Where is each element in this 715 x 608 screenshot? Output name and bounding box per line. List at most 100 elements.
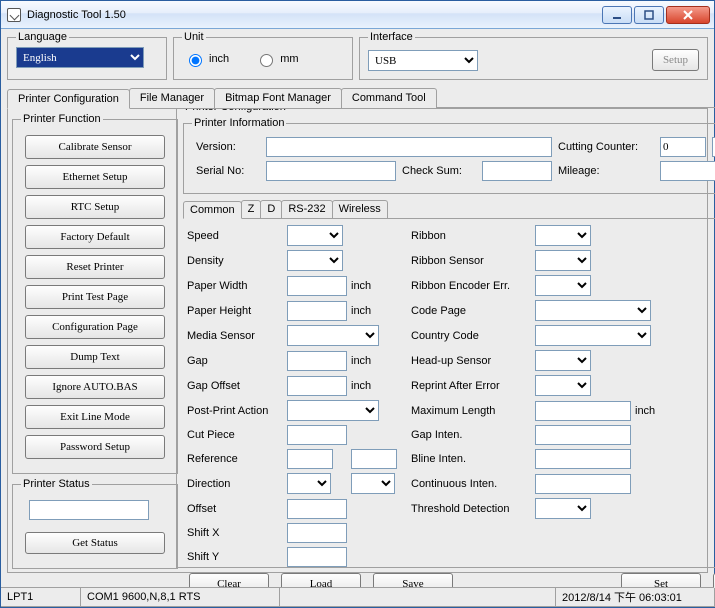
shift-x-field[interactable] [287, 523, 347, 543]
print-test-page-button[interactable]: Print Test Page [25, 285, 165, 309]
exit-line-mode-button[interactable]: Exit Line Mode [25, 405, 165, 429]
country-code-label: Country Code [411, 330, 531, 342]
interface-legend: Interface [368, 31, 415, 43]
get-status-button[interactable]: Get Status [25, 532, 165, 554]
language-group: Language English [7, 31, 167, 80]
reprint-label: Reprint After Error [411, 380, 531, 392]
max-len-field[interactable] [535, 401, 631, 421]
maximize-button[interactable] [634, 6, 664, 24]
direction-select-2[interactable] [351, 473, 395, 494]
gap-offset-field[interactable] [287, 376, 347, 396]
language-select[interactable]: English [16, 47, 144, 68]
reference-field-1[interactable] [287, 449, 333, 469]
cont-inten-label: Continuous Inten. [411, 478, 531, 490]
printer-status-group: Printer Status Get Status [12, 478, 178, 569]
tab-common[interactable]: Common [183, 201, 242, 219]
factory-default-button[interactable]: Factory Default [25, 225, 165, 249]
unit-inch-radio[interactable] [189, 54, 202, 67]
gap-unit: inch [351, 355, 379, 367]
tab-z[interactable]: Z [241, 200, 262, 218]
headup-select[interactable] [535, 350, 591, 371]
media-sensor-select[interactable] [287, 325, 379, 346]
gap-field[interactable] [287, 351, 347, 371]
main-tabstrip: Printer Configuration File Manager Bitma… [7, 88, 708, 109]
app-window: Diagnostic Tool 1.50 Language English [0, 0, 715, 608]
unit-inch-label[interactable]: inch [184, 51, 229, 67]
shift-y-field[interactable] [287, 547, 347, 567]
interface-setup-button[interactable]: Setup [652, 49, 699, 71]
dump-text-button[interactable]: Dump Text [25, 345, 165, 369]
reference-field-2[interactable] [351, 449, 397, 469]
printer-function-legend: Printer Function [21, 113, 103, 125]
printer-status-field[interactable] [29, 500, 149, 520]
calibrate-sensor-button[interactable]: Calibrate Sensor [25, 135, 165, 159]
ribbon-select[interactable] [535, 225, 591, 246]
printer-status-legend: Printer Status [21, 478, 92, 490]
code-page-select[interactable] [535, 300, 651, 321]
ribbon-sensor-select[interactable] [535, 250, 591, 271]
main-tabs: Printer Configuration File Manager Bitma… [7, 88, 708, 573]
unit-mm-label[interactable]: mm [255, 51, 298, 67]
inner-tabstrip: Common Z D RS-232 Wireless [183, 200, 715, 219]
bline-inten-label: Bline Inten. [411, 453, 531, 465]
serial-no-label: Serial No: [196, 165, 260, 177]
status-bar: LPT1 COM1 9600,N,8,1 RTS 2012/8/14 下午 06… [1, 587, 714, 607]
offset-field[interactable] [287, 499, 347, 519]
printer-configuration-group: Printer Configuration Printer Informatio… [176, 101, 715, 568]
check-sum-label: Check Sum: [402, 165, 476, 177]
paper-width-label: Paper Width [187, 280, 283, 292]
direction-select-1[interactable] [287, 473, 331, 494]
gap-inten-field[interactable] [535, 425, 631, 445]
paper-height-field[interactable] [287, 301, 347, 321]
configuration-page-button[interactable]: Configuration Page [25, 315, 165, 339]
tab-d[interactable]: D [260, 200, 282, 218]
app-icon [7, 8, 21, 22]
tab-rs232[interactable]: RS-232 [281, 200, 332, 218]
unit-mm-radio[interactable] [260, 54, 273, 67]
tab-printer-configuration[interactable]: Printer Configuration [7, 89, 130, 109]
ribbon-encoder-select[interactable] [535, 275, 591, 296]
cut-piece-field[interactable] [287, 425, 347, 445]
main-tabpane: Printer Function Calibrate Sensor Ethern… [7, 109, 708, 573]
cutting-counter-field-1[interactable] [660, 137, 706, 157]
minimize-button[interactable] [602, 6, 632, 24]
tab-command-tool[interactable]: Command Tool [341, 88, 437, 108]
country-code-select[interactable] [535, 325, 651, 346]
reset-printer-button[interactable]: Reset Printer [25, 255, 165, 279]
ribbon-label: Ribbon [411, 230, 531, 242]
tab-file-manager[interactable]: File Manager [129, 88, 215, 108]
threshold-label: Threshold Detection [411, 503, 531, 515]
unit-mm-text: mm [280, 53, 298, 65]
tab-wireless[interactable]: Wireless [332, 200, 388, 218]
bline-inten-field[interactable] [535, 449, 631, 469]
shift-y-label: Shift Y [187, 551, 283, 563]
check-sum-field[interactable] [482, 161, 552, 181]
cont-inten-field[interactable] [535, 474, 631, 494]
rtc-setup-button[interactable]: RTC Setup [25, 195, 165, 219]
reference-label: Reference [187, 453, 283, 465]
ethernet-setup-button[interactable]: Ethernet Setup [25, 165, 165, 189]
close-button[interactable] [666, 6, 710, 24]
maximize-icon [644, 10, 654, 20]
reprint-select[interactable] [535, 375, 591, 396]
post-print-select[interactable] [287, 400, 379, 421]
status-datetime: 2012/8/14 下午 06:03:01 [555, 588, 715, 607]
window-title: Diagnostic Tool 1.50 [27, 9, 602, 21]
tab-bitmap-font-manager[interactable]: Bitmap Font Manager [214, 88, 342, 108]
interface-select[interactable]: USB [368, 50, 478, 71]
window-buttons [602, 6, 710, 24]
paper-width-field[interactable] [287, 276, 347, 296]
common-pane: Speed Ribbon Density Ribbon Sensor [183, 219, 715, 599]
version-label: Version: [196, 141, 260, 153]
serial-no-field[interactable] [266, 161, 396, 181]
ignore-autobas-button[interactable]: Ignore AUTO.BAS [25, 375, 165, 399]
client-area: Language English Unit inch mm Interface … [1, 29, 714, 587]
version-field[interactable] [266, 137, 552, 157]
density-select[interactable] [287, 250, 343, 271]
password-setup-button[interactable]: Password Setup [25, 435, 165, 459]
paper-width-unit: inch [351, 280, 379, 292]
mileage-field[interactable] [660, 161, 715, 181]
top-row: Language English Unit inch mm Interface … [7, 31, 708, 80]
threshold-select[interactable] [535, 498, 591, 519]
speed-select[interactable] [287, 225, 343, 246]
